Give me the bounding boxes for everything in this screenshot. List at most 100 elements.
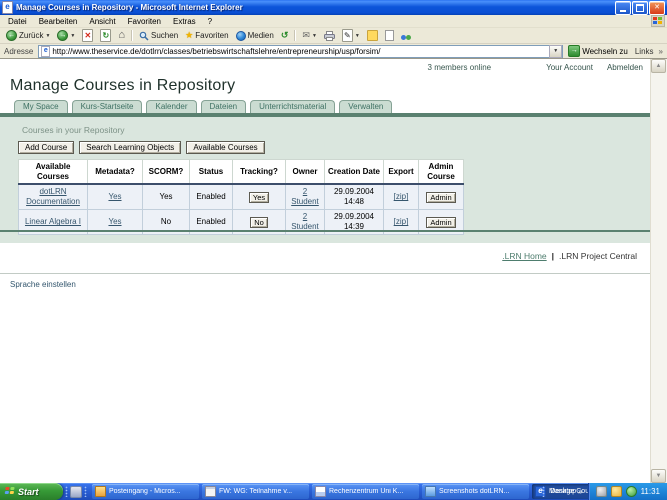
back-button[interactable]: ← Zurück ▼ <box>3 29 53 43</box>
tab-unterrichtsmaterial[interactable]: Unterrichtsmaterial <box>250 100 335 113</box>
page-title: Manage Courses in Repository <box>10 77 651 95</box>
add-course-button[interactable]: Add Course <box>18 141 74 154</box>
taskbar-grip[interactable] <box>84 486 87 497</box>
course-link[interactable]: dotLRN Documentation <box>26 187 80 206</box>
tracking-button[interactable]: Yes <box>249 192 269 203</box>
owner-link[interactable]: 2 Student <box>291 187 319 206</box>
col-scorm: SCORM? <box>143 160 190 185</box>
discuss-note-icon <box>367 30 378 41</box>
print-button[interactable] <box>321 29 338 43</box>
stop-button[interactable]: ✕ <box>79 29 96 43</box>
address-dropdown-icon[interactable]: ▼ <box>549 45 562 58</box>
search-learning-objects-button[interactable]: Search Learning Objects <box>79 141 181 154</box>
go-button[interactable]: → Wechseln zu <box>566 45 630 57</box>
minimize-button[interactable] <box>615 1 631 15</box>
menu-favoriten[interactable]: Favoriten <box>122 17 167 26</box>
owner-link[interactable]: 2 Student <box>291 212 319 231</box>
discuss-button[interactable] <box>364 29 381 43</box>
task-mail-message[interactable]: FW: WG: Teilnahme v... <box>202 484 309 499</box>
tab-verwalten[interactable]: Verwalten <box>339 100 392 113</box>
links-toolbar-label[interactable]: Links <box>633 47 656 56</box>
taskbar-clock[interactable]: 11:31 <box>641 487 660 496</box>
tab-my-space[interactable]: My Space <box>14 100 68 113</box>
logout-link[interactable]: Abmelden <box>607 63 643 72</box>
repository-panel: Courses in your Repository Add Course Se… <box>0 117 651 243</box>
admin-button[interactable]: Admin <box>426 217 455 228</box>
tray-icon-2[interactable] <box>611 486 622 497</box>
start-button[interactable]: Start <box>0 483 63 500</box>
mail-icon: ✉ <box>302 31 310 40</box>
history-button[interactable]: ↺ <box>278 29 292 43</box>
lrn-home-link[interactable]: .LRN Home <box>502 251 546 261</box>
menu-datei[interactable]: Datei <box>2 17 33 26</box>
back-dropdown-icon[interactable]: ▼ <box>45 33 50 39</box>
task-screenshots[interactable]: Screenshots dotLRN... <box>422 484 529 499</box>
your-account-link[interactable]: Your Account <box>546 63 593 72</box>
stop-icon: ✕ <box>82 29 93 42</box>
user-bar: 3 members online Your Account Abmelden <box>0 59 651 74</box>
task-rechenzentrum[interactable]: Rechenzentrum Uni K... <box>312 484 419 499</box>
messenger-button[interactable] <box>398 29 415 43</box>
close-button[interactable]: ✕ <box>649 1 665 15</box>
desktop-toolbar[interactable]: Desktop » <box>547 483 587 500</box>
col-tracking: Tracking? <box>233 160 286 185</box>
quick-launch-grip[interactable] <box>65 486 68 497</box>
export-zip-link[interactable]: [zip] <box>394 217 409 226</box>
desktop-toolbar-grip[interactable] <box>542 486 545 497</box>
chevron-more-icon[interactable]: » <box>578 487 584 496</box>
edit-button[interactable]: ✎ ▼ <box>339 29 363 43</box>
course-link[interactable]: Linear Algebra I <box>25 217 81 226</box>
menu-extras[interactable]: Extras <box>167 17 202 26</box>
vertical-scrollbar[interactable]: ▲ ▼ <box>650 59 667 483</box>
search-button[interactable]: Suchen <box>136 29 181 43</box>
document-icon <box>385 30 394 41</box>
scroll-down-icon[interactable]: ▼ <box>651 469 666 483</box>
menu-bearbeiten[interactable]: Bearbeiten <box>33 17 84 26</box>
tab-dateien[interactable]: Dateien <box>201 100 247 113</box>
refresh-button[interactable]: ↻ <box>97 29 114 43</box>
quick-launch-icon[interactable] <box>70 486 82 498</box>
browser-toolbar: ← Zurück ▼ → ▼ ✕ ↻ ⌂ Suchen ★ Favoriten … <box>0 28 667 44</box>
browser-window: e Manage Courses in Repository - Microso… <box>0 0 667 500</box>
footer-rule <box>0 273 651 274</box>
chevron-more-icon[interactable]: » <box>659 47 665 56</box>
webpage-icon <box>315 486 326 497</box>
home-button[interactable]: ⌂ <box>115 29 128 43</box>
research-button[interactable] <box>382 29 397 43</box>
address-input[interactable] <box>52 46 549 56</box>
windows-logo-icon <box>651 15 665 27</box>
menu-hilfe[interactable]: ? <box>202 17 218 26</box>
tab-kalender[interactable]: Kalender <box>146 100 196 113</box>
col-status: Status <box>190 160 233 185</box>
tray-icon-3[interactable] <box>626 486 637 497</box>
mail-button[interactable]: ✉ ▼ <box>299 29 320 43</box>
menu-ansicht[interactable]: Ansicht <box>83 17 121 26</box>
members-online-link[interactable]: 3 members online <box>428 63 492 72</box>
tray-icon-1[interactable] <box>596 486 607 497</box>
forward-dropdown-icon[interactable]: ▼ <box>70 33 75 39</box>
task-posteingang[interactable]: Posteingang - Micros... <box>92 484 199 499</box>
available-courses-button[interactable]: Available Courses <box>186 141 264 154</box>
tab-kurs-startseite[interactable]: Kurs-Startseite <box>72 100 143 113</box>
export-zip-link[interactable]: [zip] <box>394 192 409 201</box>
footer-separator: | <box>552 251 554 261</box>
back-icon: ← <box>6 30 17 41</box>
panel-footer-divider <box>0 230 651 232</box>
mail-dropdown-icon[interactable]: ▼ <box>312 33 317 39</box>
task-buttons: Posteingang - Micros... FW: WG: Teilnahm… <box>89 483 540 500</box>
table-row: dotLRN Documentation Yes Yes Enabled Yes… <box>19 184 464 210</box>
forward-icon: → <box>57 30 68 41</box>
edit-dropdown-icon[interactable]: ▼ <box>355 33 360 39</box>
scroll-up-icon[interactable]: ▲ <box>651 59 666 73</box>
restore-button[interactable] <box>632 1 648 15</box>
lrn-project-central-link[interactable]: .LRN Project Central <box>559 251 637 261</box>
language-settings-link[interactable]: Sprache einstellen <box>10 280 76 289</box>
forward-button[interactable]: → ▼ <box>54 29 78 43</box>
admin-button[interactable]: Admin <box>426 192 455 203</box>
tracking-button[interactable]: No <box>250 217 268 228</box>
page-favicon: e <box>41 46 50 57</box>
metadata-link[interactable]: Yes <box>108 192 121 201</box>
favorites-button[interactable]: ★ Favoriten <box>182 29 231 43</box>
media-button[interactable]: Medien <box>233 29 277 43</box>
metadata-link[interactable]: Yes <box>108 217 121 226</box>
